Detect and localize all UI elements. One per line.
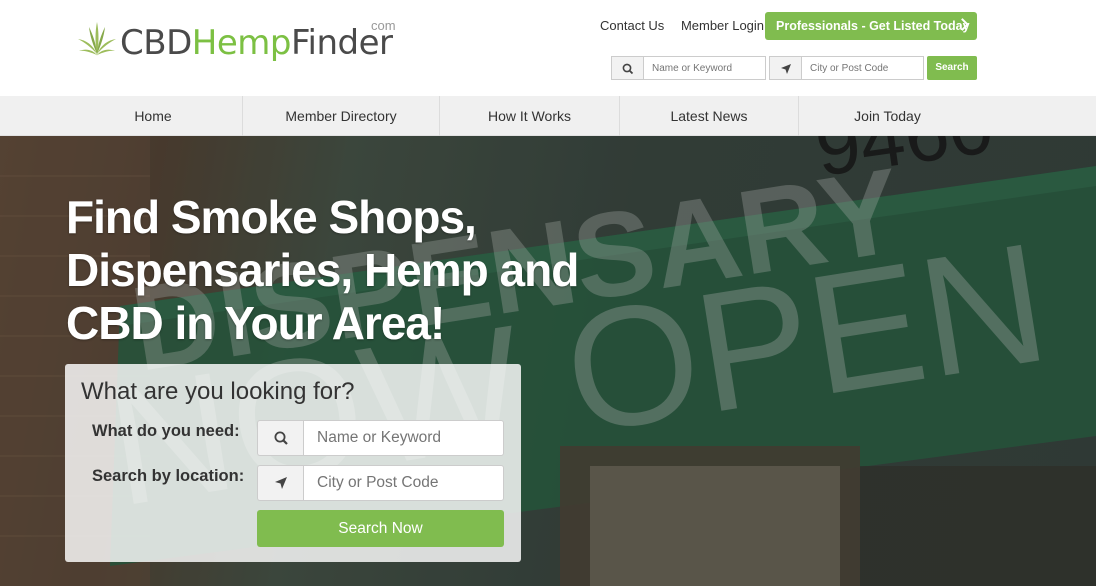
logo-com: com bbox=[371, 18, 396, 33]
get-listed-label: Professionals - Get Listed Today bbox=[776, 19, 970, 33]
nav-member-directory[interactable]: Member Directory bbox=[243, 96, 439, 136]
logo-wordmark: CBDHempFinder bbox=[120, 23, 393, 63]
header-location-input[interactable] bbox=[801, 56, 924, 80]
search-icon bbox=[611, 56, 643, 80]
logo-hemp: Hemp bbox=[191, 23, 292, 63]
header-search-button[interactable]: Search bbox=[927, 56, 977, 80]
header-keyword-input[interactable] bbox=[643, 56, 766, 80]
location-arrow-icon bbox=[769, 56, 801, 80]
search-panel: What are you looking for? What do you ne… bbox=[65, 364, 521, 562]
main-nav: Home Member Directory How It Works Lates… bbox=[0, 96, 1096, 136]
top-links: Contact Us Member Login bbox=[600, 18, 777, 33]
member-login-link[interactable]: Member Login bbox=[681, 18, 764, 33]
search-panel-title: What are you looking for? bbox=[81, 378, 355, 405]
search-now-button[interactable]: Search Now bbox=[257, 510, 504, 547]
site-logo[interactable]: CBDHempFinder com bbox=[76, 18, 408, 66]
nav-how-it-works[interactable]: How It Works bbox=[440, 96, 619, 136]
logo-cbd: CBD bbox=[120, 23, 192, 63]
hero-title: Find Smoke Shops, Dispensaries, Hemp and… bbox=[66, 191, 579, 349]
search-icon bbox=[257, 420, 304, 456]
location-input[interactable] bbox=[303, 465, 504, 501]
nav-join-today[interactable]: Join Today bbox=[799, 96, 976, 136]
keyword-input[interactable] bbox=[303, 420, 504, 456]
contact-us-link[interactable]: Contact Us bbox=[600, 18, 664, 33]
site-header: CBDHempFinder com Contact Us Member Logi… bbox=[0, 0, 1096, 96]
nav-home[interactable]: Home bbox=[64, 96, 242, 136]
location-arrow-icon bbox=[257, 465, 304, 501]
hero-section: DISPENSARY NOW OPEN 9460 Find Smoke Shop… bbox=[0, 136, 1096, 586]
location-label: Search by location: bbox=[92, 467, 245, 485]
get-listed-button[interactable]: Professionals - Get Listed Today bbox=[765, 12, 977, 40]
hemp-leaf-icon bbox=[78, 22, 116, 56]
nav-latest-news[interactable]: Latest News bbox=[620, 96, 798, 136]
need-label: What do you need: bbox=[92, 422, 240, 440]
